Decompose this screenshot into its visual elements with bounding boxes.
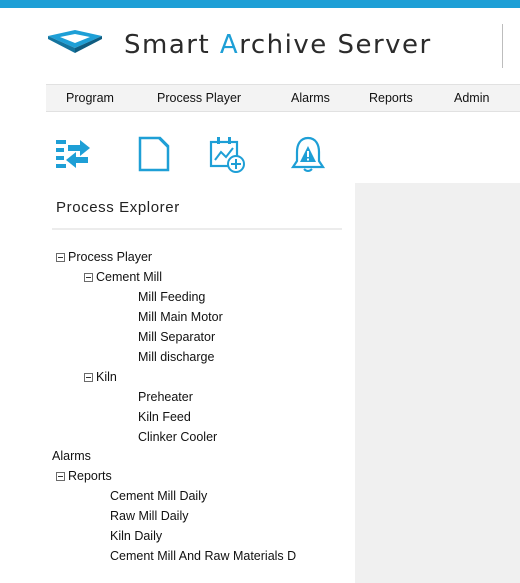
- menu-reports[interactable]: Reports: [369, 85, 413, 111]
- collapse-process-player-icon[interactable]: [56, 253, 65, 262]
- app-title: Smart Archive Server: [124, 30, 432, 60]
- tree-item-mill-main-motor[interactable]: Mill Main Motor: [138, 307, 223, 327]
- tree-item-cement-mill-raw-materials[interactable]: Cement Mill And Raw Materials D: [110, 546, 342, 566]
- tree-item-clinker-cooler[interactable]: Clinker Cooler: [138, 427, 217, 447]
- tree-item-preheater[interactable]: Preheater: [138, 387, 193, 407]
- tree-item-alarms[interactable]: Alarms: [52, 446, 91, 466]
- menu-bar: Program Process Player Alarms Reports Ad…: [46, 84, 520, 112]
- title-divider: [502, 24, 503, 68]
- tree-item-kiln-daily[interactable]: Kiln Daily: [110, 526, 162, 546]
- tree-item-mill-feeding[interactable]: Mill Feeding: [138, 287, 205, 307]
- menu-admin[interactable]: Admin: [454, 85, 489, 111]
- panel-title: Process Explorer: [56, 199, 180, 216]
- menu-alarms[interactable]: Alarms: [291, 85, 330, 111]
- tree-item-kiln[interactable]: Kiln: [96, 367, 117, 387]
- menu-program[interactable]: Program: [66, 85, 114, 111]
- collapse-kiln-icon[interactable]: [84, 373, 93, 382]
- tree-item-reports[interactable]: Reports: [68, 466, 112, 486]
- tree-item-cement-mill-daily[interactable]: Cement Mill Daily: [110, 486, 207, 506]
- collapse-cement-mill-icon[interactable]: [84, 273, 93, 282]
- main-content-area: [355, 183, 520, 583]
- tree-item-mill-separator[interactable]: Mill Separator: [138, 327, 215, 347]
- top-accent-bar: [0, 0, 520, 8]
- tree-item-kiln-feed[interactable]: Kiln Feed: [138, 407, 191, 427]
- tree-item-mill-discharge[interactable]: Mill discharge: [138, 347, 214, 367]
- alarm-bell-icon[interactable]: [289, 134, 327, 174]
- collapse-reports-icon[interactable]: [56, 472, 65, 481]
- panel-divider: [52, 228, 342, 230]
- tree-item-process-player[interactable]: Process Player: [68, 247, 152, 267]
- tree-item-raw-mill-daily[interactable]: Raw Mill Daily: [110, 506, 188, 526]
- new-document-icon[interactable]: [135, 134, 173, 174]
- app-logo-icon: [48, 30, 102, 53]
- menu-process-player[interactable]: Process Player: [157, 85, 241, 111]
- tree-item-cement-mill[interactable]: Cement Mill: [96, 267, 162, 287]
- add-chart-icon[interactable]: [208, 134, 246, 174]
- process-list-icon[interactable]: [54, 134, 92, 174]
